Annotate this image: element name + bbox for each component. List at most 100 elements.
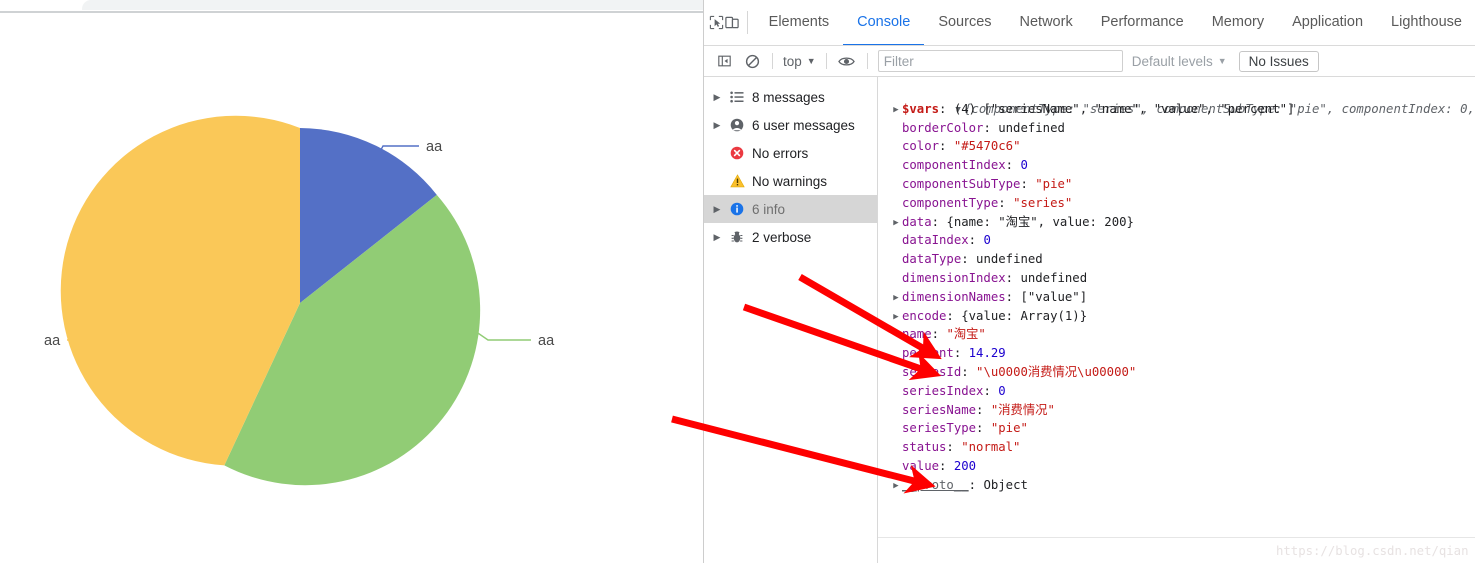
property-colon: : (1005, 158, 1021, 173)
disclosure-triangle-closed-icon[interactable] (890, 308, 902, 327)
console-property-row[interactable]: componentSubType: "pie" (878, 175, 1475, 194)
console-property-row[interactable]: seriesIndex: 0 (878, 382, 1475, 401)
chevron-right-icon[interactable]: ▶ (712, 120, 722, 131)
console-property-row[interactable]: __proto__: Object (878, 476, 1475, 495)
property-value: 0 (998, 383, 1006, 398)
console-property-row[interactable]: borderColor: undefined (878, 119, 1475, 138)
console-property-row[interactable]: encode: {value: Array(1)} (878, 307, 1475, 326)
console-property-row[interactable]: seriesName: "消费情况" (878, 401, 1475, 420)
log-levels-select[interactable]: Default levels ▼ (1132, 54, 1227, 69)
echarts-pie-chart[interactable]: aa aa aa (0, 13, 703, 563)
sidebar-item-user-messages[interactable]: ▶ 6 user messages (704, 111, 877, 139)
inspect-element-icon[interactable] (708, 0, 724, 45)
console-property-row[interactable]: componentType: "series" (878, 194, 1475, 213)
property-key: seriesId (902, 364, 962, 379)
user-icon (728, 118, 746, 132)
property-colon: : (946, 308, 962, 323)
tab-elements[interactable]: Elements (755, 0, 843, 45)
console-sidebar: ▶ 8 messages ▶ 6 user messages No errors… (704, 77, 878, 563)
property-key: seriesType (902, 421, 977, 436)
console-next-object-line[interactable]: {componentType: "series", componentSubTy… (878, 537, 1475, 561)
console-property-row[interactable]: status: "normal" (878, 438, 1475, 457)
clear-console-icon[interactable] (738, 54, 766, 69)
console-body: ▶ 8 messages ▶ 6 user messages No errors… (704, 77, 1475, 563)
property-key: componentSubType (902, 176, 1021, 191)
toolbar-divider-2 (825, 53, 827, 69)
no-issues-button[interactable]: No Issues (1238, 50, 1319, 72)
console-property-row[interactable]: seriesId: "\u0000消费情况\u00000" (878, 363, 1475, 382)
sidebar-item-label: 6 user messages (752, 117, 855, 133)
property-colon: : (961, 364, 977, 379)
console-property-row[interactable]: data: {name: "淘宝", value: 200} (878, 213, 1475, 232)
console-property-row[interactable]: dataType: undefined (878, 250, 1475, 269)
property-colon: : (1005, 289, 1021, 304)
live-expression-eye-icon[interactable] (833, 55, 861, 68)
sidebar-item-info[interactable]: ▶ 6 info (704, 195, 877, 223)
property-key: encode (902, 308, 947, 323)
chevron-right-icon[interactable]: ▶ (712, 204, 722, 215)
property-colon: : (939, 101, 954, 116)
tab-network[interactable]: Network (1006, 0, 1087, 45)
console-property-row[interactable]: dimensionIndex: undefined (878, 269, 1475, 288)
verbose-bug-icon (728, 230, 746, 244)
property-key: percent (902, 346, 954, 361)
console-property-rows: $vars: (4) ["seriesName", "name", "value… (878, 100, 1475, 495)
execution-context-label: top (783, 53, 802, 69)
property-colon: : (953, 346, 969, 361)
tab-sources[interactable]: Sources (924, 0, 1005, 45)
property-value: 14.29 (968, 346, 1006, 361)
property-value: ["value"] (1020, 289, 1088, 304)
property-colon: : (1020, 176, 1036, 191)
disclosure-triangle-closed-icon[interactable] (890, 289, 902, 308)
console-property-row[interactable]: name: "淘宝" (878, 325, 1475, 344)
tab-application[interactable]: Application (1278, 0, 1377, 45)
disclosure-triangle-closed-icon[interactable] (890, 477, 902, 496)
tab-performance[interactable]: Performance (1087, 0, 1198, 45)
pie-label-line-2 (471, 328, 531, 341)
execution-context-select[interactable]: top ▼ (779, 54, 820, 69)
property-value: "\u0000消费情况\u00000" (976, 364, 1137, 379)
sidebar-item-label: No errors (752, 145, 809, 161)
console-property-row[interactable]: dataIndex: 0 (878, 231, 1475, 250)
chevron-right-icon[interactable]: ▶ (712, 92, 722, 103)
property-colon: : (983, 120, 999, 135)
property-colon: : (968, 233, 984, 248)
tab-memory[interactable]: Memory (1198, 0, 1278, 45)
property-colon: : (983, 383, 999, 398)
toolbar-divider-3 (866, 53, 868, 69)
browser-tabstrip-remnant (82, 0, 703, 10)
sidebar-item-errors[interactable]: ▶ No errors (704, 139, 877, 167)
console-toolbar: top ▼ Default levels ▼ No Issues (704, 46, 1475, 77)
toolbar-divider-1 (772, 53, 773, 69)
console-property-row[interactable]: componentIndex: 0 (878, 156, 1475, 175)
tab-console[interactable]: Console (843, 0, 925, 45)
list-icon (728, 91, 746, 103)
tab-lighthouse[interactable]: Lighthouse (1377, 0, 1475, 45)
property-value: undefined (998, 120, 1065, 135)
console-filter-input[interactable] (877, 50, 1123, 72)
property-key: value (902, 458, 940, 473)
property-key: seriesName (902, 402, 977, 417)
disclosure-triangle-closed-icon[interactable] (890, 214, 902, 233)
console-sidebar-toggle-icon[interactable] (710, 54, 738, 68)
sidebar-item-verbose[interactable]: ▶ 2 verbose (704, 223, 877, 251)
console-property-row[interactable]: seriesType: "pie" (878, 419, 1475, 438)
property-key: __proto__ (902, 477, 969, 492)
sidebar-item-messages[interactable]: ▶ 8 messages (704, 83, 877, 111)
property-value: 0 (1020, 158, 1028, 173)
disclosure-triangle-closed-icon[interactable] (890, 101, 902, 120)
console-property-row[interactable]: dimensionNames: ["value"] (878, 288, 1475, 307)
device-toolbar-icon[interactable] (724, 0, 740, 45)
console-property-row[interactable]: percent: 14.29 (878, 344, 1475, 363)
pie-label-3: aa (44, 333, 61, 349)
console-output[interactable]: {componentType: "series", componentSubTy… (878, 77, 1475, 563)
console-property-row[interactable]: color: "#5470c6" (878, 137, 1475, 156)
sidebar-item-warnings[interactable]: ▶ No warnings (704, 167, 877, 195)
property-value: "normal" (961, 440, 1021, 455)
console-property-row[interactable]: value: 200 (878, 457, 1475, 476)
console-object-header[interactable]: {componentType: "series", componentSubTy… (878, 81, 1475, 116)
sidebar-item-label: 8 messages (752, 89, 825, 105)
property-value: "series" (1013, 195, 1073, 210)
chevron-down-icon: ▼ (1217, 56, 1227, 66)
chevron-right-icon[interactable]: ▶ (712, 232, 722, 243)
